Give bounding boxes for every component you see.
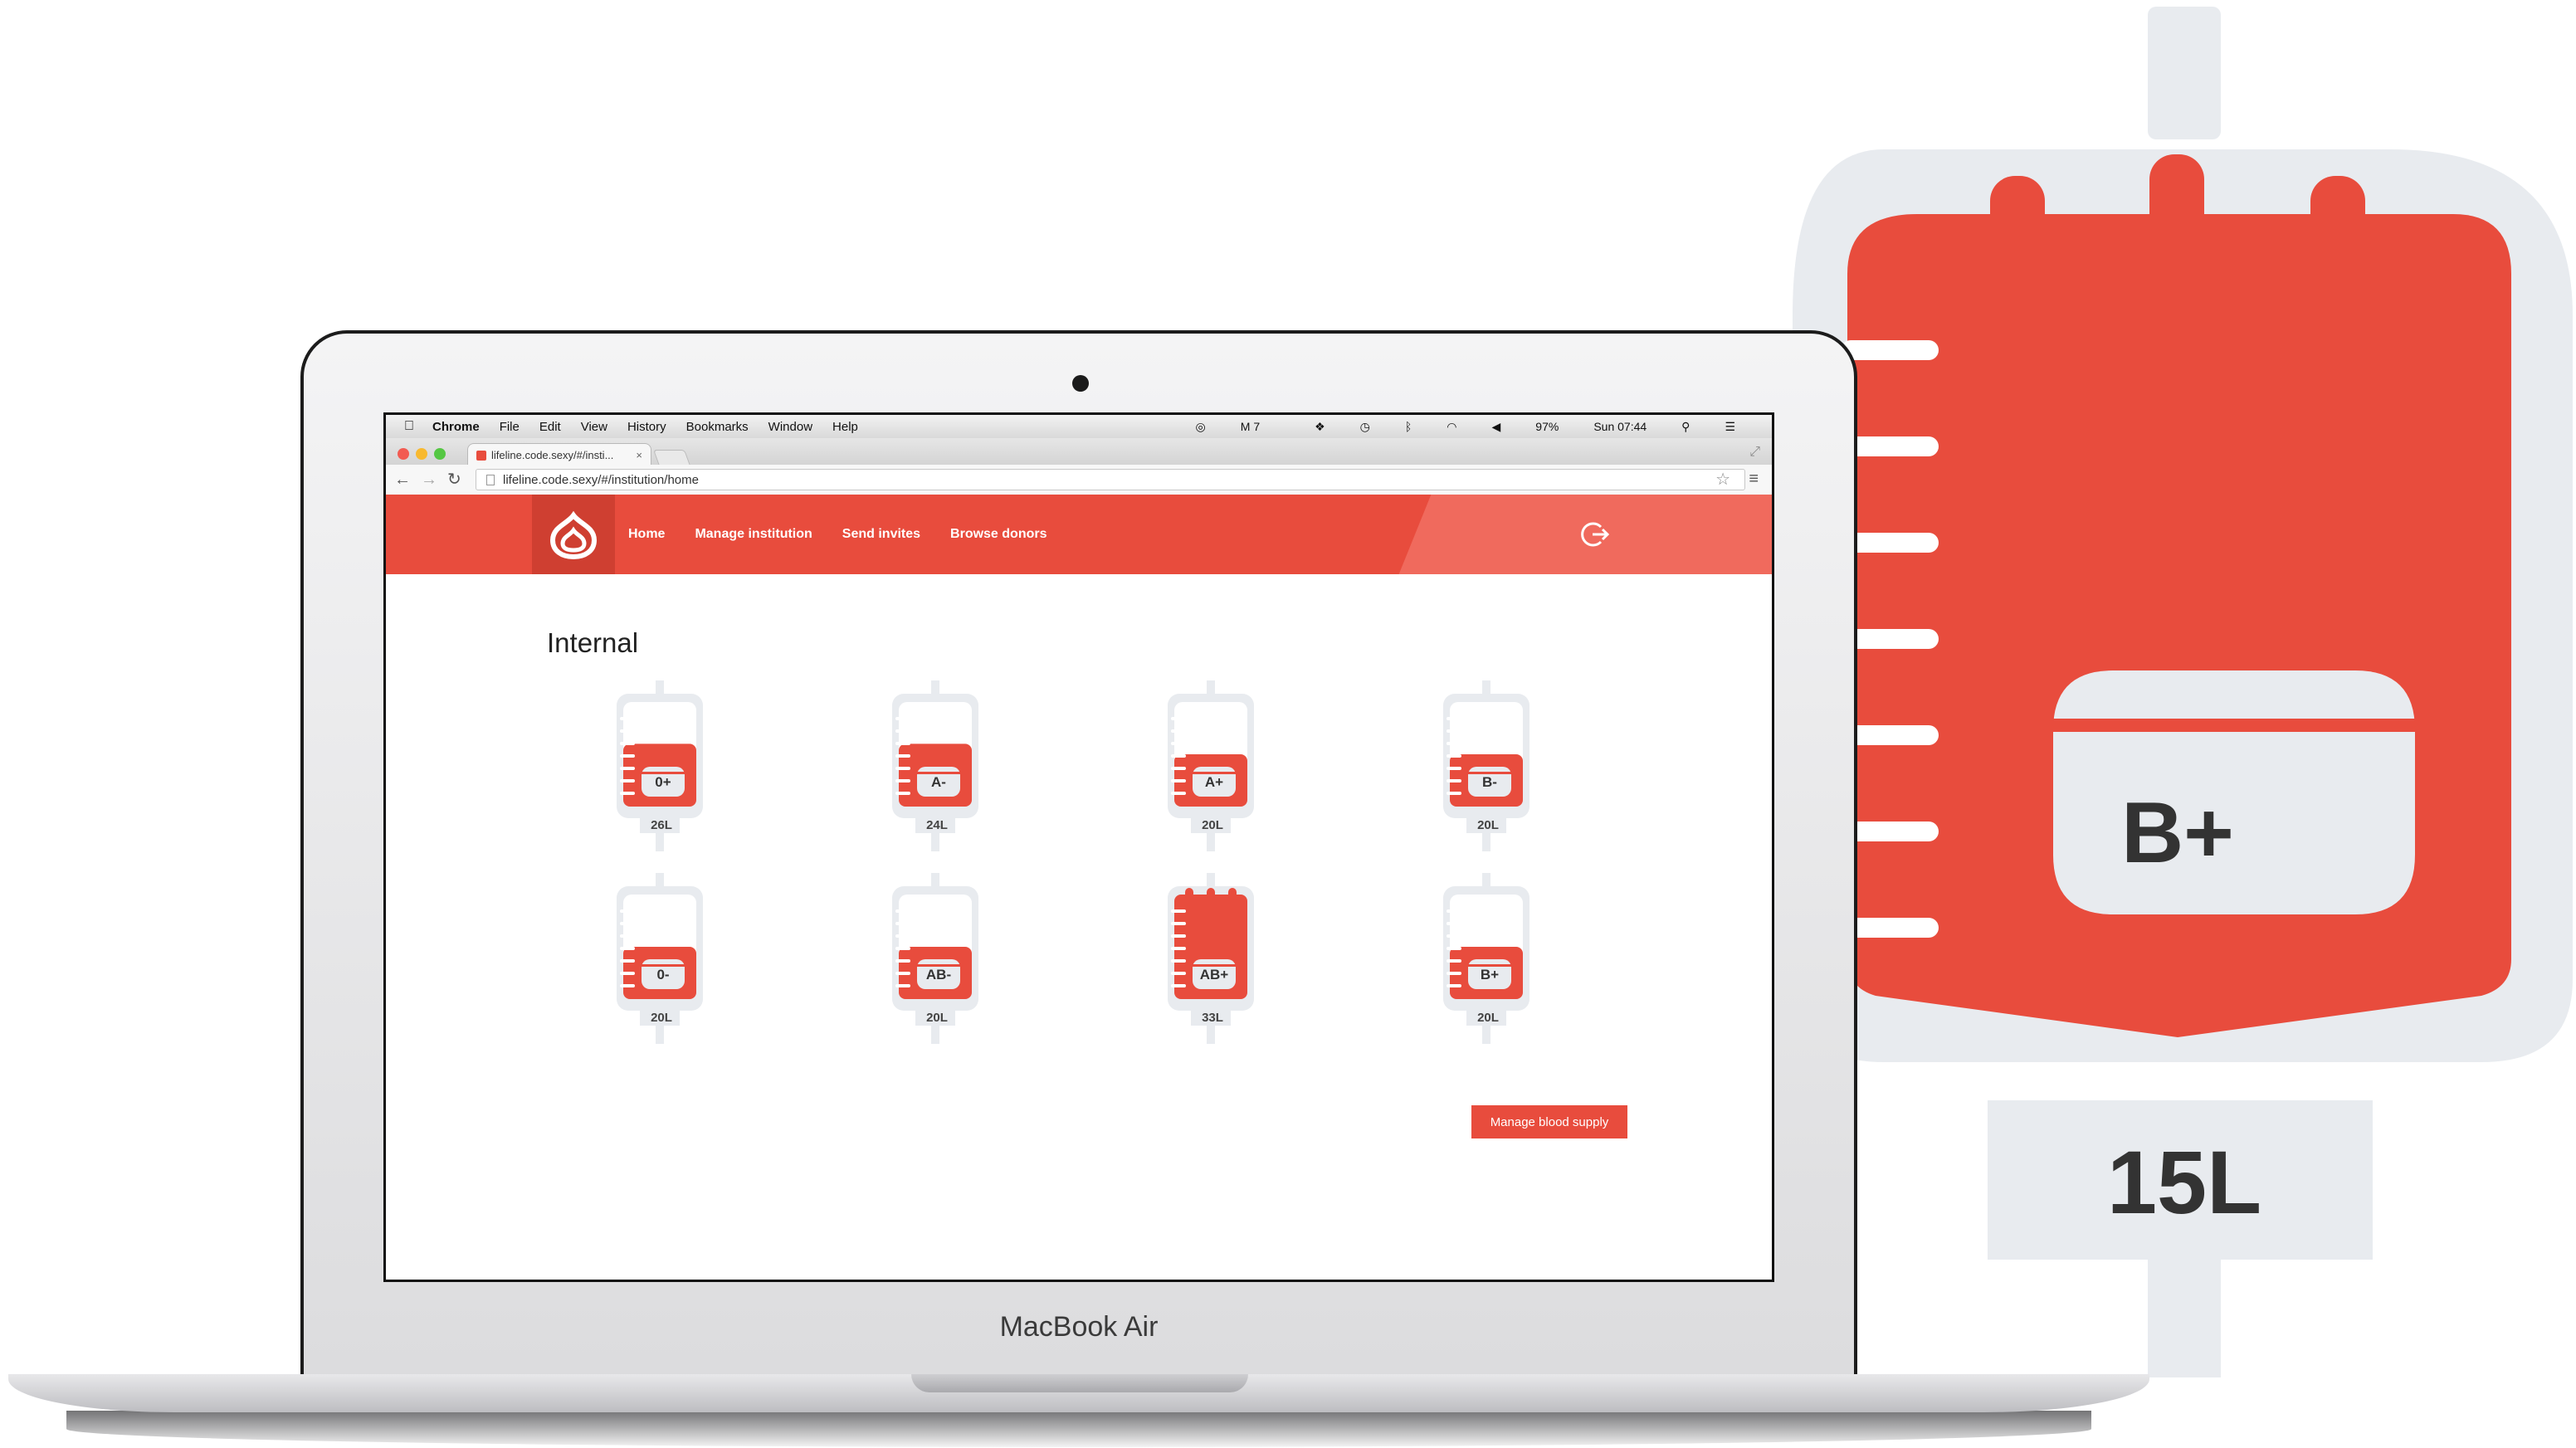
blood-volume-label: 20L xyxy=(651,1011,672,1025)
blood-bag[interactable]: 0+ 26L xyxy=(610,680,710,855)
browser-toolbar: ← → ↻ lifeline.code.sexy/#/institution/h… xyxy=(386,465,1772,495)
blood-type-label: AB+ xyxy=(1199,967,1229,982)
chrome-menu-icon[interactable]: ≡ xyxy=(1749,470,1759,489)
address-bar[interactable]: lifeline.code.sexy/#/institution/home xyxy=(476,469,1745,490)
back-arrow-icon[interactable]: ← xyxy=(394,470,411,490)
blood-bag[interactable]: AB+ 33L xyxy=(1161,873,1261,1047)
blood-type-label: 0+ xyxy=(655,774,671,790)
dropbox-icon[interactable]: ❖ xyxy=(1315,420,1325,434)
nav-home[interactable]: Home xyxy=(628,527,665,542)
bookmark-star-icon[interactable]: ☆ xyxy=(1715,469,1730,490)
blood-bags-grid: 0+ 26L A- 24L A+ 20L B- 20L 0- 20L AB- 20L AB+… xyxy=(610,680,1548,1046)
reload-icon[interactable]: ↻ xyxy=(447,470,461,490)
window-maximize-button[interactable] xyxy=(434,448,446,460)
lifeline-logo[interactable] xyxy=(532,495,615,574)
blood-type-label: 0- xyxy=(656,967,670,982)
nav-send-invites[interactable]: Send invites xyxy=(842,527,920,542)
blood-volume-label: 20L xyxy=(926,1011,948,1025)
app-header: Home Manage institution Send invites Bro… xyxy=(386,495,1772,574)
menu-edit[interactable]: Edit xyxy=(539,420,561,434)
forward-arrow-icon[interactable]: → xyxy=(421,470,437,490)
browser-tabstrip: lifeline.code.sexy/#/insti... × ⤢ xyxy=(386,438,1772,468)
notification-center-icon[interactable]: ☰ xyxy=(1725,420,1735,434)
logout-icon[interactable] xyxy=(1581,519,1611,549)
laptop-brand: MacBook Air xyxy=(999,1311,1159,1343)
time-machine-icon[interactable]: ◷ xyxy=(1360,420,1370,434)
blood-volume-label: 20L xyxy=(1202,818,1223,832)
menu-view[interactable]: View xyxy=(581,420,607,434)
counter-value: 7 xyxy=(1253,420,1261,433)
page-icon xyxy=(486,474,495,485)
manage-blood-supply-button[interactable]: Manage blood supply xyxy=(1471,1105,1627,1138)
browser-tab[interactable]: lifeline.code.sexy/#/insti... × xyxy=(467,443,651,466)
fullscreen-icon[interactable]: ⤢ xyxy=(1749,445,1760,460)
laptop-notch xyxy=(911,1374,1248,1392)
laptop-screen:  Chrome File Edit View History Bookmark… xyxy=(383,412,1774,1282)
menu-app-name[interactable]: Chrome xyxy=(432,420,480,434)
blood-type-label: B- xyxy=(1482,774,1497,790)
illustration-volume: 15L xyxy=(2106,1132,2262,1232)
window-minimize-button[interactable] xyxy=(416,448,427,460)
webcam xyxy=(1072,375,1089,392)
volume-icon[interactable]: ◀ xyxy=(1492,420,1501,434)
blood-volume-label: 20L xyxy=(1477,1011,1499,1025)
section-title: Internal xyxy=(547,627,639,658)
spotlight-icon[interactable]: ⚲ xyxy=(1681,420,1690,434)
illustration-blood-type: B+ xyxy=(2121,785,2234,881)
clock[interactable]: Sun 07:44 xyxy=(1593,420,1647,433)
battery-status[interactable]: 97% xyxy=(1535,420,1559,433)
menu-bookmarks[interactable]: Bookmarks xyxy=(686,420,749,434)
blood-bag[interactable]: AB- 20L xyxy=(886,873,985,1047)
apple-icon[interactable]:  xyxy=(404,419,414,434)
favicon-icon xyxy=(476,450,486,461)
nav-browse-donors[interactable]: Browse donors xyxy=(950,527,1046,542)
nav-manage-institution[interactable]: Manage institution xyxy=(695,527,812,542)
main-nav: Home Manage institution Send invites Bro… xyxy=(628,495,1047,574)
blood-bag[interactable]: B+ 20L xyxy=(1437,873,1536,1047)
blood-bag[interactable]: A+ 20L xyxy=(1161,680,1261,855)
blood-volume-label: 33L xyxy=(1202,1011,1223,1025)
menu-history[interactable]: History xyxy=(627,420,666,434)
counter-icon[interactable]: M 7 xyxy=(1241,420,1280,433)
laptop-shadow xyxy=(66,1411,2091,1447)
tab-close-icon[interactable]: × xyxy=(636,449,642,461)
menu-file[interactable]: File xyxy=(500,420,520,434)
blood-volume-label: 24L xyxy=(926,818,948,832)
wifi-icon[interactable]: ◠ xyxy=(1447,420,1456,434)
blood-drop-heart-icon xyxy=(549,510,598,560)
blood-volume-label: 20L xyxy=(1477,818,1499,832)
blood-type-label: AB- xyxy=(925,967,952,982)
mac-menubar:  Chrome File Edit View History Bookmark… xyxy=(386,415,1772,439)
blood-bag[interactable]: B- 20L xyxy=(1437,680,1536,855)
window-close-button[interactable] xyxy=(398,448,409,460)
notification-icon[interactable]: ◎ xyxy=(1196,420,1206,434)
tab-title: lifeline.code.sexy/#/insti... xyxy=(491,449,614,461)
blood-type-label: A+ xyxy=(1204,774,1224,790)
blood-type-label: A- xyxy=(931,774,946,790)
menu-help[interactable]: Help xyxy=(832,420,858,434)
bluetooth-icon[interactable]: ᛒ xyxy=(1405,420,1412,433)
menubar-status-area: ◎ M 7 ❖ ◷ ᛒ ◠ ◀ 97% Sun 07:44 ⚲ ☰ xyxy=(1196,415,1755,438)
menu-window[interactable]: Window xyxy=(768,420,812,434)
blood-volume-label: 26L xyxy=(651,818,672,832)
blood-type-label: B+ xyxy=(1480,967,1500,982)
url-text: lifeline.code.sexy/#/institution/home xyxy=(503,472,699,487)
blood-bag[interactable]: 0- 20L xyxy=(610,873,710,1047)
blood-bag[interactable]: A- 24L xyxy=(886,680,985,855)
